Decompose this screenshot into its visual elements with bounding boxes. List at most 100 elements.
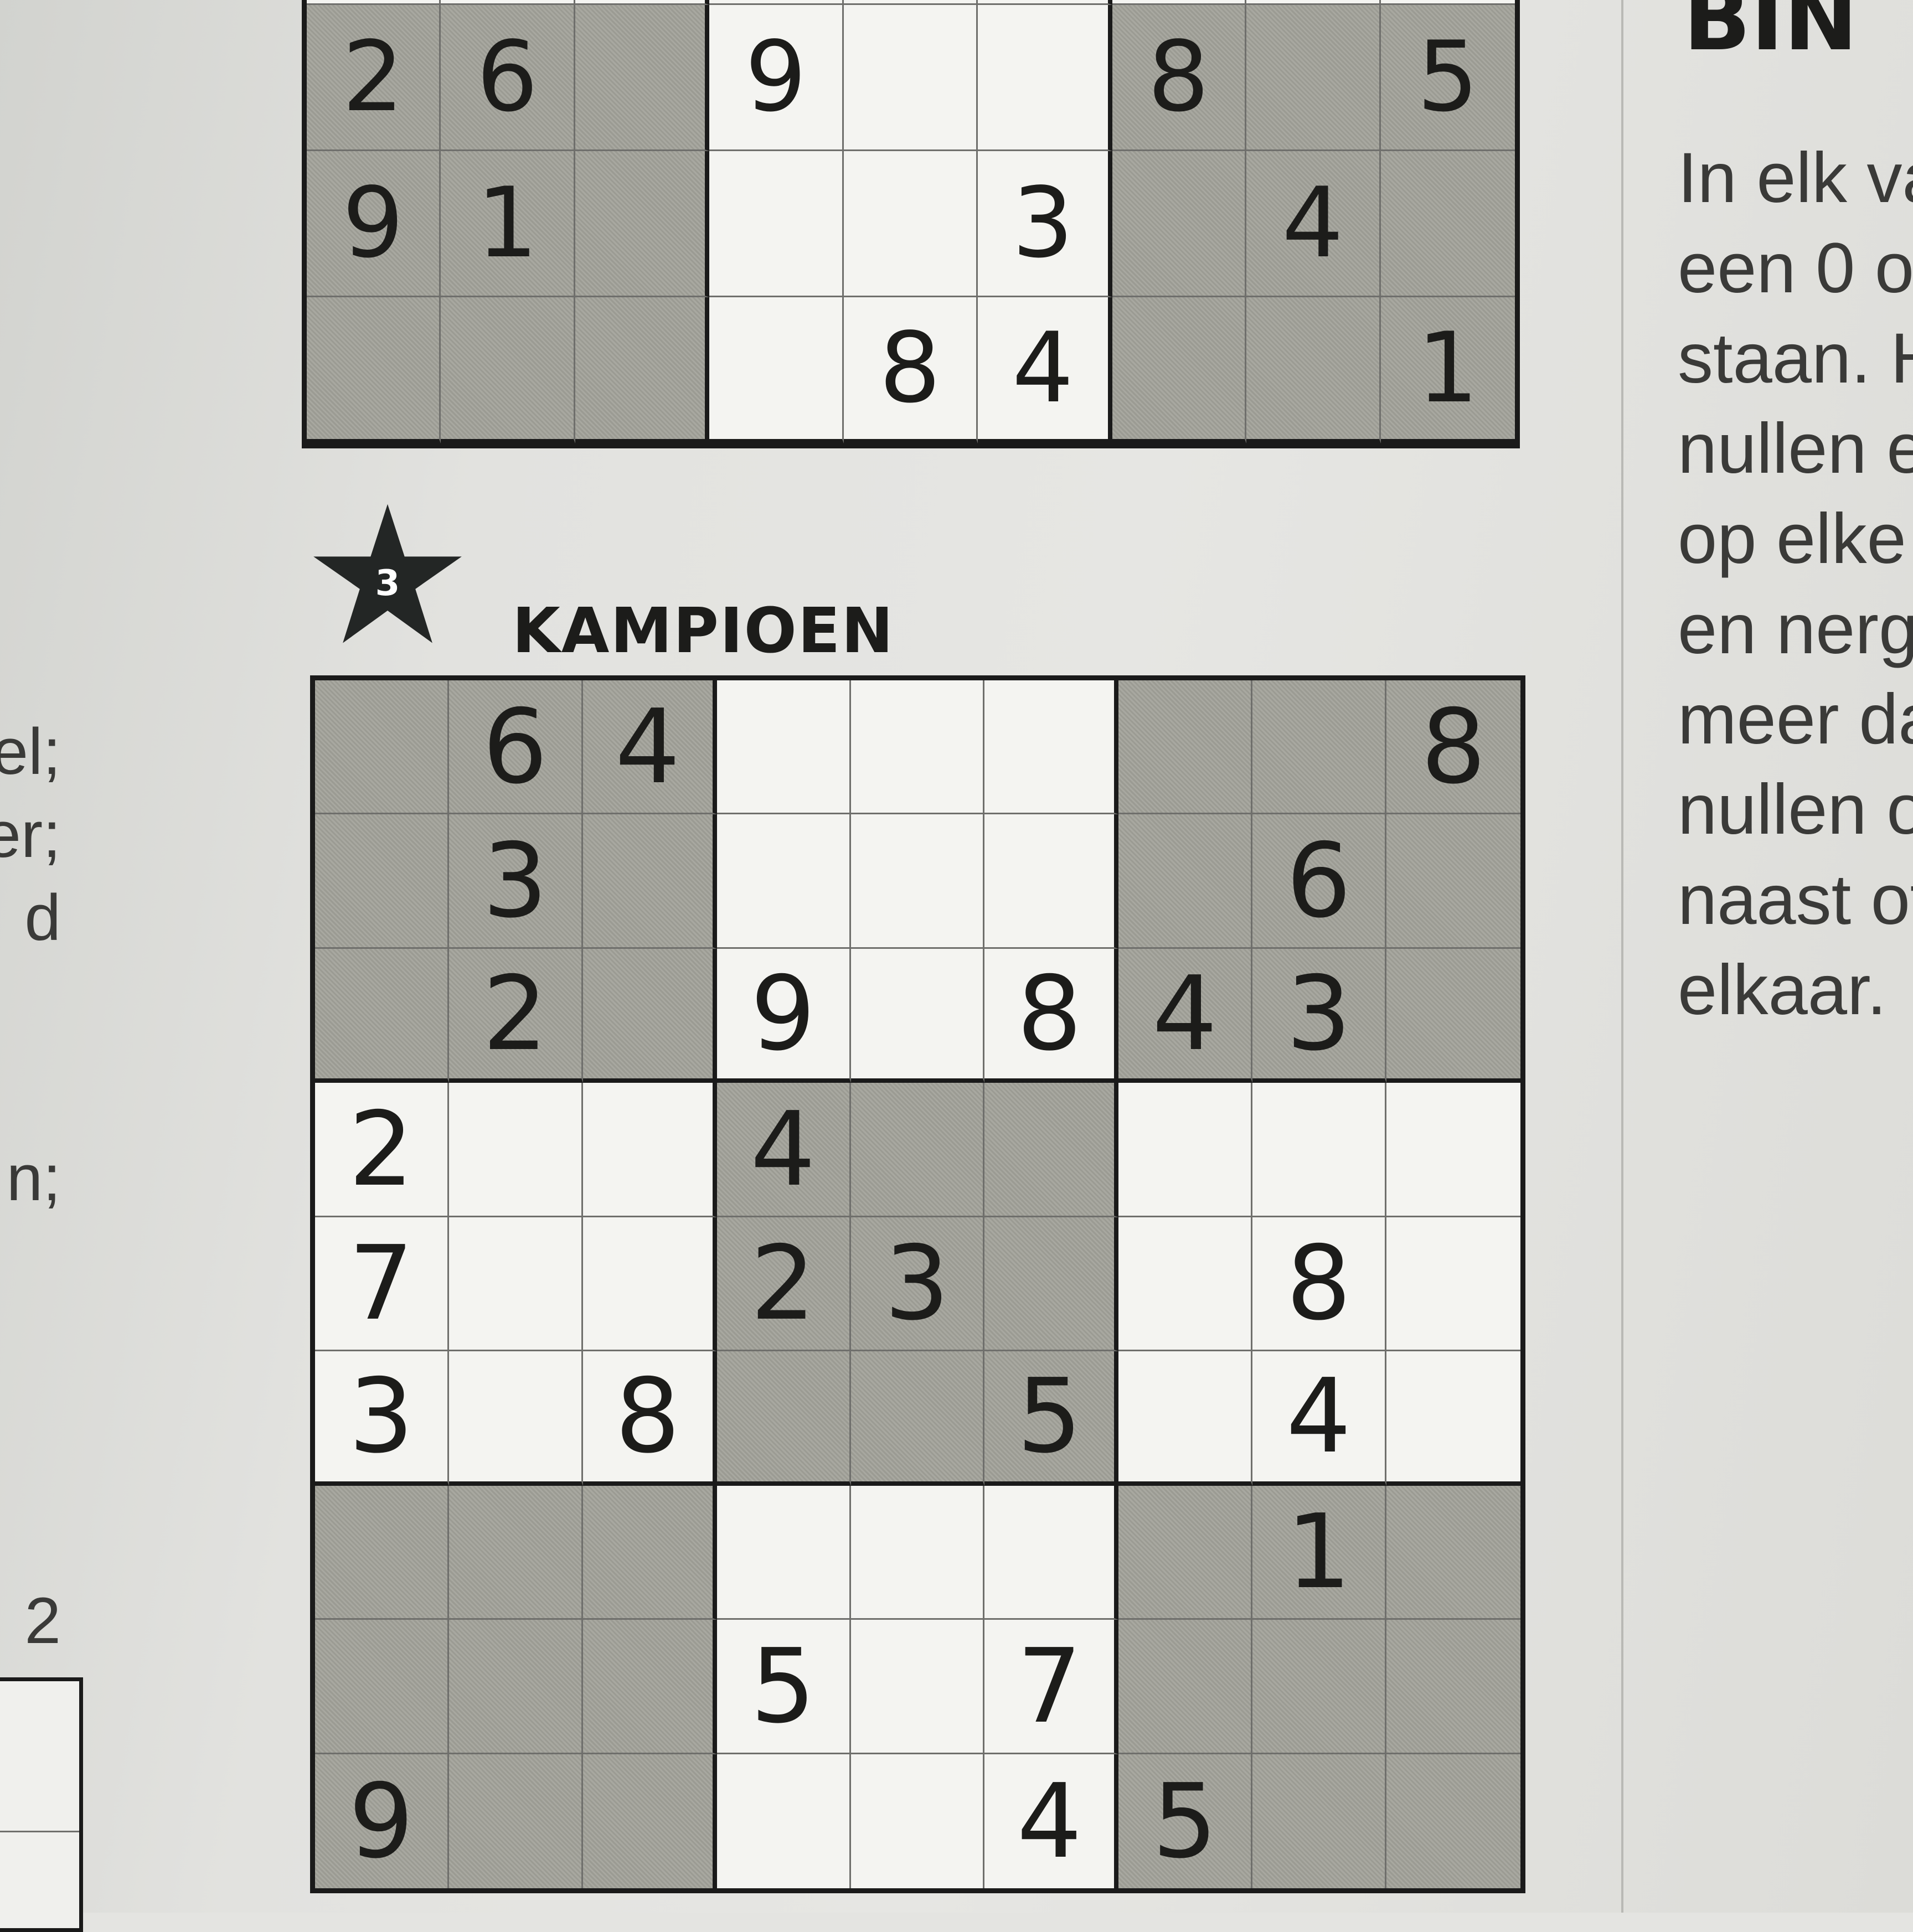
sudoku-cell bbox=[315, 814, 449, 949]
sudoku-cell: 1 bbox=[1380, 297, 1515, 443]
left-fragment: d bbox=[24, 881, 61, 954]
sudoku-cell bbox=[843, 5, 978, 151]
sudoku-cell bbox=[716, 680, 851, 815]
sudoku-cell bbox=[1380, 0, 1515, 5]
sudoku-cell bbox=[575, 5, 710, 151]
sudoku-cell: 2 bbox=[315, 1083, 449, 1217]
sudoku-cell bbox=[850, 680, 985, 815]
sudoku-cell bbox=[1380, 151, 1515, 297]
sudoku-cell bbox=[1252, 1083, 1387, 1217]
sudoku-cell bbox=[441, 297, 575, 443]
sudoku-cell: 6 bbox=[1252, 814, 1387, 949]
sudoku-cell bbox=[850, 1754, 985, 1888]
sudoku-cell bbox=[315, 948, 449, 1083]
sudoku-cell: 1 bbox=[1252, 1485, 1387, 1620]
sudoku-cell bbox=[978, 5, 1112, 151]
sudoku-cell bbox=[984, 1485, 1119, 1620]
sudoku-cell: 6 bbox=[441, 5, 575, 151]
sudoku-cell bbox=[582, 1620, 717, 1754]
left-fragment: n; bbox=[6, 1141, 61, 1215]
sudoku-cell bbox=[1386, 1754, 1520, 1888]
sudoku-cell bbox=[709, 297, 844, 443]
difficulty-badge: 3 bbox=[375, 562, 400, 604]
sudoku-cell: 2 bbox=[307, 5, 441, 151]
sudoku-cell bbox=[575, 151, 710, 297]
instruction-line: en nerg bbox=[1678, 590, 1913, 669]
sudoku-cell bbox=[850, 1083, 985, 1217]
sudoku-cell bbox=[850, 1485, 985, 1620]
sudoku-cell: 2 bbox=[448, 948, 583, 1083]
sudoku-cell: 5 bbox=[1118, 1754, 1253, 1888]
sudoku-cell bbox=[448, 1217, 583, 1352]
sudoku-cell bbox=[315, 680, 449, 815]
sudoku-cell bbox=[1386, 1217, 1520, 1352]
sudoku-cell bbox=[1386, 948, 1520, 1083]
sudoku-cell bbox=[1246, 0, 1381, 5]
left-fragment: el; bbox=[0, 715, 61, 788]
sudoku-cell: 4 bbox=[1246, 151, 1381, 297]
sudoku-cell: 3 bbox=[448, 814, 583, 949]
sudoku-cell: 8 bbox=[1252, 1217, 1387, 1352]
sudoku-cell bbox=[716, 814, 851, 949]
sudoku-cell: 3 bbox=[978, 151, 1112, 297]
sudoku-cell bbox=[582, 1754, 717, 1888]
sudoku-cell bbox=[1118, 814, 1253, 949]
sudoku-cell bbox=[441, 0, 575, 5]
sudoku-cell: 7 bbox=[984, 1620, 1119, 1754]
sudoku-cell bbox=[716, 1754, 851, 1888]
sudoku-cell bbox=[709, 151, 844, 297]
left-fragment: 2 bbox=[24, 1584, 61, 1657]
right-column-instructions: In elk va een 0 of staan. H nullen e op … bbox=[1678, 133, 1913, 1035]
sudoku-cell: 4 bbox=[1252, 1351, 1387, 1486]
instruction-line: naast of bbox=[1678, 860, 1913, 939]
sudoku-cell bbox=[1386, 1620, 1520, 1754]
sudoku-cell bbox=[1118, 1083, 1253, 1217]
sudoku-cell bbox=[716, 1351, 851, 1486]
sudoku-cell bbox=[575, 0, 710, 5]
sudoku-cell: 8 bbox=[984, 948, 1119, 1083]
top-sudoku-grid: 269859134841 bbox=[302, 0, 1520, 448]
sudoku-cell: 8 bbox=[582, 1351, 717, 1486]
sudoku-cell bbox=[1386, 1485, 1520, 1620]
sudoku-cell bbox=[1112, 0, 1247, 5]
sudoku-cell: 9 bbox=[709, 5, 844, 151]
sudoku-cell bbox=[850, 814, 985, 949]
right-column-heading: BIN bbox=[1683, 0, 1858, 70]
sudoku-cell bbox=[1386, 814, 1520, 949]
sudoku-cell bbox=[984, 1083, 1119, 1217]
sudoku-cell: 6 bbox=[448, 680, 583, 815]
sudoku-cell bbox=[843, 151, 978, 297]
sudoku-cell bbox=[1112, 151, 1247, 297]
sudoku-cell bbox=[582, 1485, 717, 1620]
sudoku-cell bbox=[984, 1217, 1119, 1352]
sudoku-cell bbox=[1118, 680, 1253, 815]
sudoku-cell: 7 bbox=[315, 1217, 449, 1352]
sudoku-cell bbox=[582, 948, 717, 1083]
instruction-line: op elke bbox=[1678, 499, 1906, 578]
sudoku-cell bbox=[850, 1351, 985, 1486]
sudoku-cell bbox=[709, 0, 844, 5]
grid-line bbox=[0, 1831, 79, 1832]
instruction-line: een 0 of bbox=[1678, 229, 1913, 308]
sudoku-cell bbox=[1252, 1754, 1387, 1888]
sudoku-cell bbox=[448, 1754, 583, 1888]
left-fragment: er; bbox=[0, 798, 61, 871]
sudoku-cell bbox=[307, 297, 441, 443]
instruction-line: nullen o bbox=[1678, 770, 1913, 849]
sudoku-cell bbox=[716, 1485, 851, 1620]
sudoku-cell bbox=[1118, 1620, 1253, 1754]
sudoku-cell bbox=[978, 0, 1112, 5]
sudoku-cell: 3 bbox=[850, 1217, 985, 1352]
left-puzzle-fragment bbox=[0, 1677, 83, 1932]
sudoku-cell bbox=[1252, 680, 1387, 815]
sudoku-cell: 4 bbox=[716, 1083, 851, 1217]
instruction-line: In elk va bbox=[1678, 138, 1913, 218]
sudoku-cell bbox=[448, 1083, 583, 1217]
sudoku-cell: 8 bbox=[1386, 680, 1520, 815]
sudoku-cell: 4 bbox=[582, 680, 717, 815]
instruction-line: nullen e bbox=[1678, 409, 1913, 488]
sudoku-cell: 2 bbox=[716, 1217, 851, 1352]
sudoku-cell bbox=[582, 1217, 717, 1352]
instruction-line: staan. H bbox=[1678, 319, 1913, 398]
sudoku-cell bbox=[1246, 297, 1381, 443]
